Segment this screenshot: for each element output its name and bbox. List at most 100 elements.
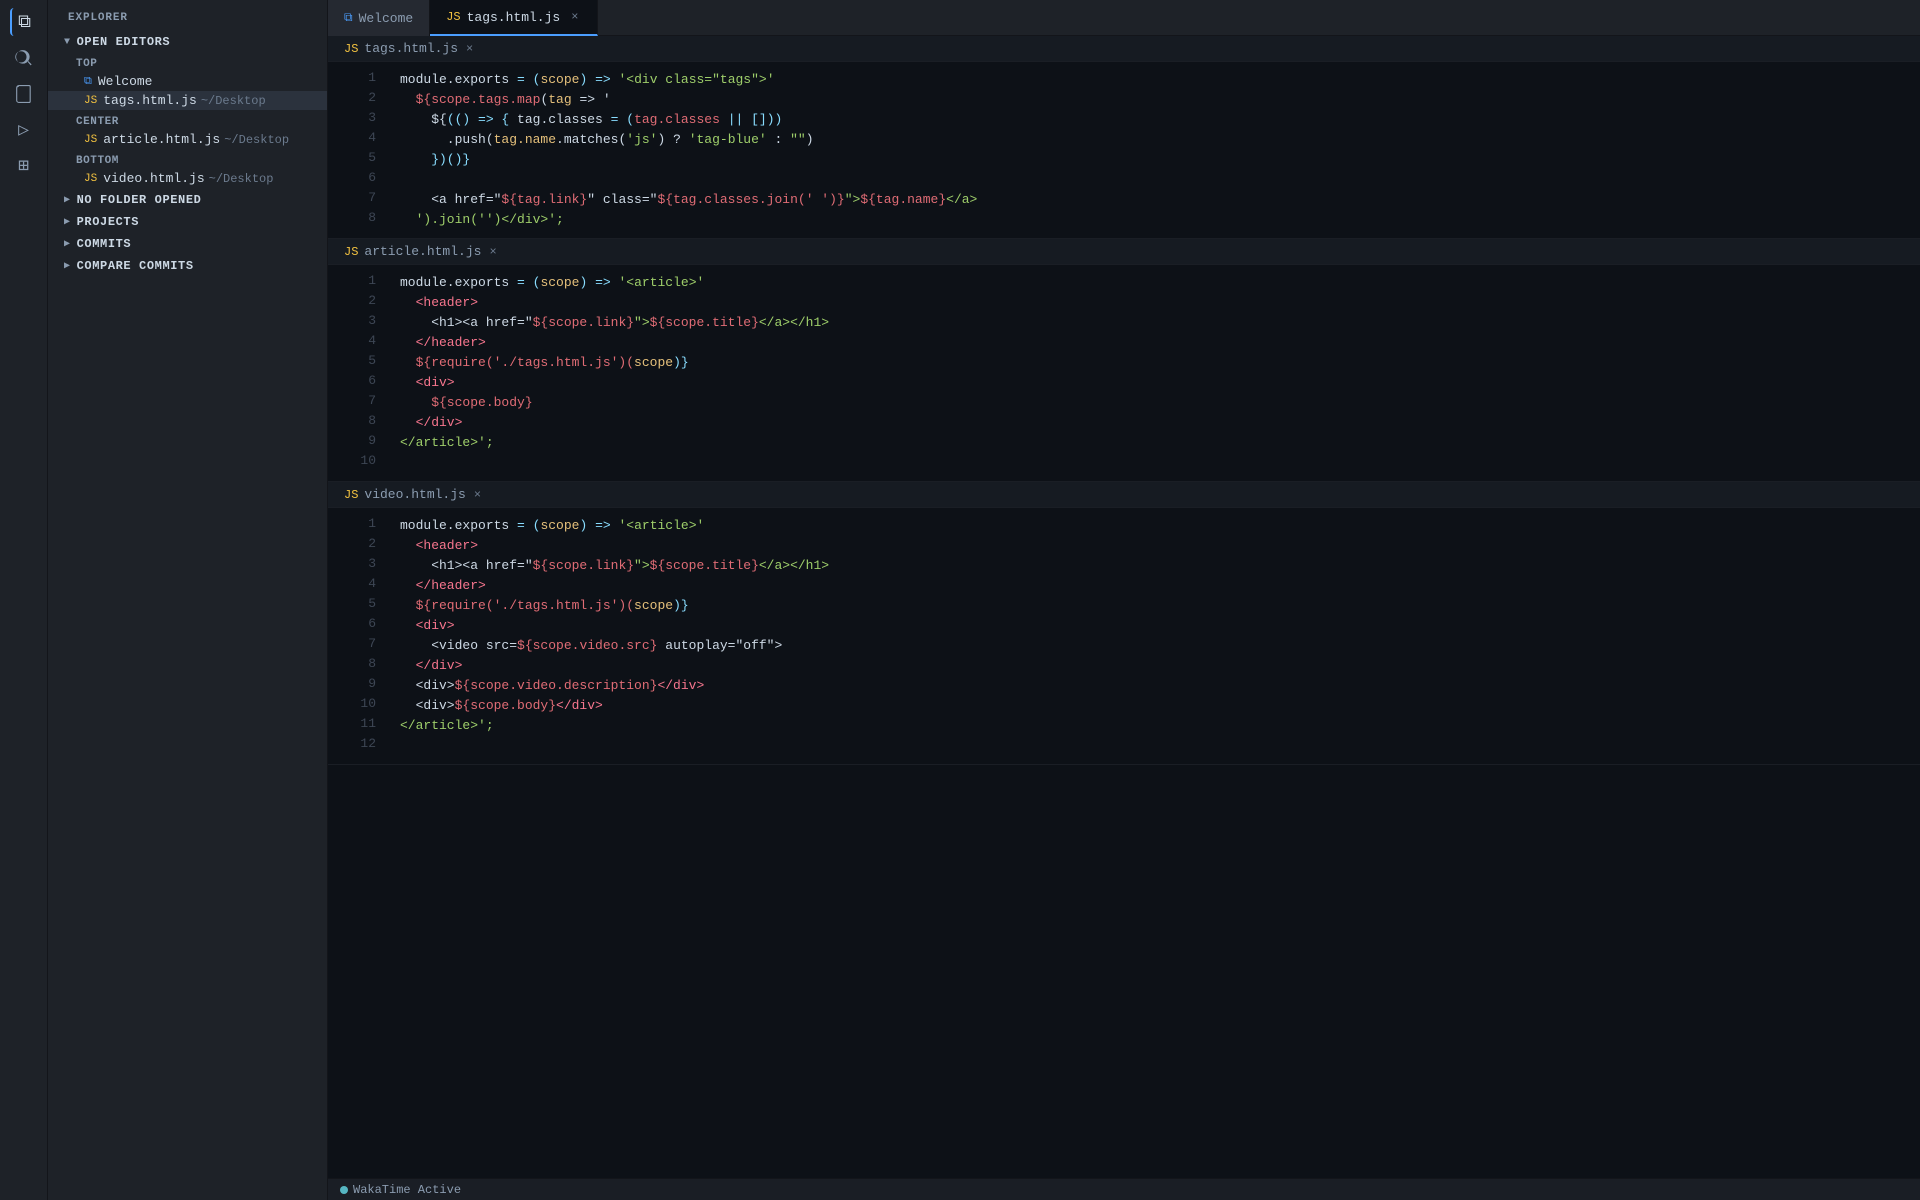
file-video-html-js[interactable]: JS video.html.js ~/Desktop [48,169,327,188]
tab-tags-icon: JS [446,10,460,24]
code-line: 1 module.exports = (scope) => '<article>… [328,273,1920,293]
wakatime-status: WakaTime Active [340,1183,461,1197]
compare-commits-label: COMPARE COMMiTS [77,259,194,273]
js-icon-article: JS [84,134,97,146]
code-line: 6 <div> [328,616,1920,636]
file-article-name: article.html.js [103,132,220,147]
editor-section-tags: JS tags.html.js × 1 module.exports = (sc… [328,36,1920,239]
file-tags-html-js[interactable]: JS tags.html.js ~/Desktop [48,91,327,110]
code-line: 7 ${scope.body} [328,393,1920,413]
article-close-btn[interactable]: × [489,245,496,259]
editor-content: JS tags.html.js × 1 module.exports = (sc… [328,36,1920,1178]
code-line: 6 <div> [328,373,1920,393]
sidebar: EXPLORER ▼ OPEN EDITORS TOP ⧉ Welcome JS… [48,0,328,1200]
tags-filename: tags.html.js [364,41,458,56]
code-line: 8 </div> [328,413,1920,433]
file-welcome-name: Welcome [98,74,153,89]
projects-header[interactable]: ▶ PROJECTS [48,212,327,232]
js-icon-video: JS [84,173,97,185]
tags-code-block: 1 module.exports = (scope) => '<div clas… [328,62,1920,238]
source-control-icon[interactable] [10,80,38,108]
open-editors-header[interactable]: ▼ OPEN EDITORS [48,32,327,52]
projects-label: PROJECTS [77,215,139,229]
tab-welcome[interactable]: ⧉ Welcome [328,0,430,36]
code-line: 4 </header> [328,333,1920,353]
editor-section-video: JS video.html.js × 1 module.exports = (s… [328,482,1920,765]
extensions-icon[interactable]: ⊞ [10,152,38,180]
open-editors-section: ▼ OPEN EDITORS TOP ⧉ Welcome JS tags.htm… [48,32,327,188]
group-center-label: CENTER [48,110,327,130]
code-line: 2 <header> [328,536,1920,556]
status-bar: WakaTime Active [328,1178,1920,1200]
file-tags-path: ~/Desktop [201,94,266,108]
js-icon-tags: JS [84,95,97,107]
files-icon[interactable]: ⧉ [10,8,38,36]
wakatime-label: WakaTime Active [353,1183,461,1197]
tags-close-btn[interactable]: × [466,42,473,56]
tab-tags-close[interactable]: × [568,9,581,25]
code-line: 8 ').join('')</div>'; [328,210,1920,230]
commits-section: ▶ COMMITS [48,234,327,254]
code-line: 2 ${scope.tags.map(tag => ' [328,90,1920,110]
tab-tags-label: tags.html.js [467,10,561,25]
video-close-btn[interactable]: × [474,488,481,502]
code-line: 5 ${require('./tags.html.js')(scope)} [328,353,1920,373]
code-line: 4 </header> [328,576,1920,596]
vscode-icon: ⧉ [84,76,92,88]
code-line: 11 </article>'; [328,716,1920,736]
editor-section-video-header: JS video.html.js × [328,482,1920,508]
code-line: 9 <div>${scope.video.description}</div> [328,676,1920,696]
code-line: 3 <h1><a href="${scope.link}">${scope.ti… [328,313,1920,333]
group-bottom-label: BOTTOM [48,149,327,169]
file-welcome[interactable]: ⧉ Welcome [48,72,327,91]
editor-section-tags-header: JS tags.html.js × [328,36,1920,62]
code-line: 9 </article>'; [328,433,1920,453]
file-article-html-js[interactable]: JS article.html.js ~/Desktop [48,130,327,149]
code-line: 1 module.exports = (scope) => '<div clas… [328,70,1920,90]
explorer-title: EXPLORER [48,0,327,32]
video-code-block: 1 module.exports = (scope) => '<article>… [328,508,1920,764]
article-file-icon: JS [344,245,358,259]
status-dot [340,1186,348,1194]
code-line: 7 <a href="${tag.link}" class="${tag.cla… [328,190,1920,210]
open-editors-label: OPEN EDITORS [77,35,171,49]
code-line: 5 })()} [328,150,1920,170]
code-line: 7 <video src=${scope.video.src} autoplay… [328,636,1920,656]
code-line: 3 ${(() => { tag.classes = (tag.classes … [328,110,1920,130]
file-video-name: video.html.js [103,171,204,186]
group-top-label: TOP [48,52,327,72]
video-filename: video.html.js [364,487,465,502]
no-folder-section: ▶ NO FOLDER OPENED [48,190,327,210]
debug-icon[interactable]: ▷ [10,116,38,144]
code-line: 3 <h1><a href="${scope.link}">${scope.ti… [328,556,1920,576]
editor-section-article: JS article.html.js × 1 module.exports = … [328,239,1920,482]
tab-tags-html-js[interactable]: JS tags.html.js × [430,0,598,36]
editor-section-article-header: JS article.html.js × [328,239,1920,265]
commits-header[interactable]: ▶ COMMITS [48,234,327,254]
file-video-path: ~/Desktop [209,172,274,186]
code-line: 5 ${require('./tags.html.js')(scope)} [328,596,1920,616]
projects-section: ▶ PROJECTS [48,212,327,232]
tab-welcome-label: Welcome [359,11,414,26]
projects-chevron: ▶ [64,216,71,228]
editor-area: ⧉ Welcome JS tags.html.js × JS tags.html… [328,0,1920,1200]
no-folder-chevron: ▶ [64,194,71,206]
search-icon[interactable] [10,44,38,72]
no-folder-label: NO FOLDER OPENED [77,193,202,207]
open-editors-chevron: ▼ [64,37,71,48]
no-folder-header[interactable]: ▶ NO FOLDER OPENED [48,190,327,210]
code-line: 10 [328,453,1920,473]
tab-bar: ⧉ Welcome JS tags.html.js × [328,0,1920,36]
commits-label: COMMITS [77,237,132,251]
code-line: 12 [328,736,1920,756]
tab-welcome-icon: ⧉ [344,11,353,25]
tags-file-icon: JS [344,42,358,56]
compare-commits-header[interactable]: ▶ COMPARE COMMiTS [48,256,327,276]
code-line: 8 </div> [328,656,1920,676]
article-filename: article.html.js [364,244,481,259]
file-tags-name: tags.html.js [103,93,197,108]
code-line: 6 [328,170,1920,190]
video-file-icon: JS [344,488,358,502]
file-article-path: ~/Desktop [224,133,289,147]
code-line: 4 .push(tag.name.matches('js') ? 'tag-bl… [328,130,1920,150]
